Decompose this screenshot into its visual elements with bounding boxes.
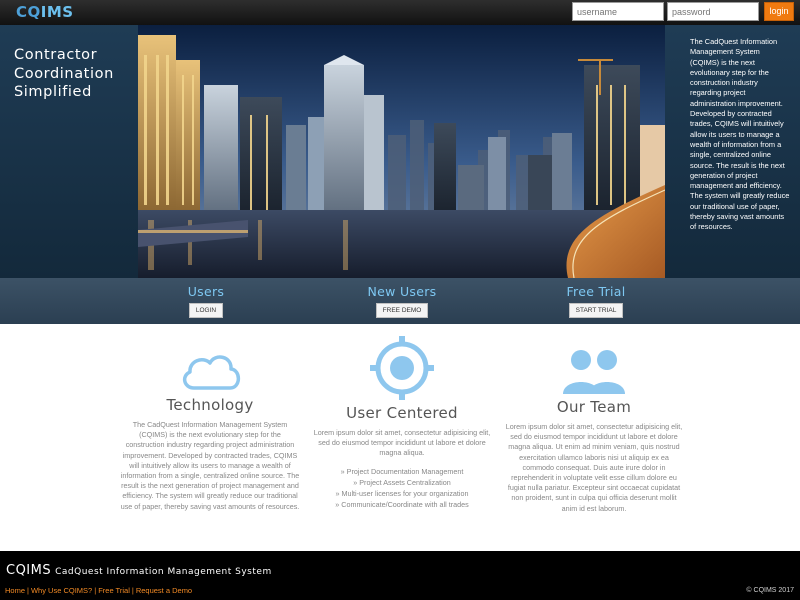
user-centered-title: User Centered (346, 404, 458, 422)
footer-link-why-use[interactable]: Why Use CQIMS? (31, 586, 92, 595)
list-item: Communicate/Coordinate with all trades (312, 499, 492, 510)
footer-link-free-trial[interactable]: Free Trial (98, 586, 130, 595)
footer-links: Home | Why Use CQIMS? | Free Trial | Request a… (5, 586, 193, 595)
hero-tagline: Contractor Coordination Simplified (14, 46, 114, 102)
users-heading: Users (187, 284, 225, 299)
feature-technology: Technology The CadQuest Information Mana… (120, 348, 300, 512)
username-input[interactable] (572, 2, 664, 21)
logo[interactable]: CQIMS (16, 3, 74, 21)
footer-brand-full: CadQuest Information Management System (55, 567, 272, 577)
new-users-heading: New Users (367, 284, 437, 299)
crosshair-icon (370, 336, 434, 400)
login-button[interactable]: login (764, 2, 794, 21)
list-item: Project Documentation Management (312, 466, 492, 477)
our-team-title: Our Team (556, 398, 632, 416)
user-centered-body: Lorem ipsum dolor sit amet, consectetur … (313, 428, 491, 458)
logo-part-ims: IMS (40, 3, 74, 21)
tagline-line-1: Contractor (14, 47, 98, 63)
feature-user-centered: User Centered Lorem ipsum dolor sit amet… (312, 336, 492, 510)
logo-part-cq: CQ (16, 3, 41, 21)
password-input[interactable] (667, 2, 759, 21)
free-demo-button[interactable]: FREE DEMO (375, 303, 429, 318)
action-free-trial: Free Trial START TRIAL (536, 284, 656, 318)
footer-brand: CQIMS CadQuest Information Management Sys… (6, 563, 272, 578)
copyright: © CQIMS 2017 (746, 587, 794, 594)
action-new-users: New Users FREE DEMO (342, 284, 462, 318)
tagline-line-3: Simplified (14, 84, 92, 100)
feature-our-team: Our Team Lorem ipsum dolor sit amet, con… (504, 348, 684, 514)
start-trial-button[interactable]: START TRIAL (568, 303, 624, 318)
hero-description: The CadQuest Information Management Syst… (690, 37, 790, 232)
footer-brand-short: CQIMS (6, 563, 52, 578)
user-centered-list: Project Documentation Management Project… (312, 466, 492, 510)
footer-link-home[interactable]: Home (5, 586, 25, 595)
list-item: Project Assets Centralization (312, 477, 492, 488)
login-action-button[interactable]: LOGIN (188, 303, 224, 318)
free-trial-heading: Free Trial (566, 284, 626, 299)
technology-title: Technology (166, 396, 254, 414)
list-item: Multi-user licenses for your organizatio… (312, 488, 492, 499)
top-bar: CQIMS login (0, 0, 800, 25)
footer-link-request-demo[interactable]: Request a Demo (136, 586, 192, 595)
tagline-line-2: Coordination (14, 65, 114, 82)
our-team-body: Lorem ipsum dolor sit amet, consectetur … (505, 422, 683, 513)
city-skyline-image (138, 25, 665, 278)
users-icon (563, 350, 625, 394)
cloud-icon (182, 355, 241, 390)
action-users: Users LOGIN (146, 284, 266, 318)
technology-body: The CadQuest Information Management Syst… (120, 420, 300, 511)
